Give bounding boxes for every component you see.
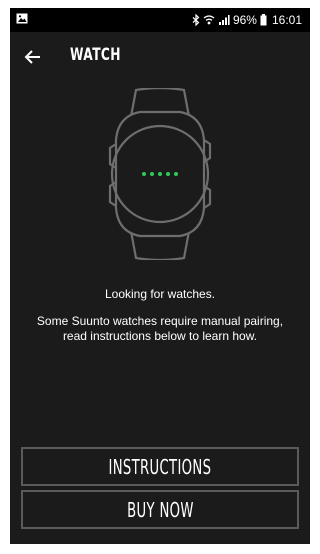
instructions-button-label: INSTRUCTIONS bbox=[108, 454, 212, 479]
pairing-info-text: Some Suunto watches require manual pairi… bbox=[36, 314, 284, 343]
watch-icon bbox=[108, 86, 212, 262]
arrow-left-icon bbox=[24, 50, 40, 64]
battery-percent: 96% bbox=[232, 13, 257, 27]
page-title: WATCH bbox=[70, 45, 121, 65]
buy-now-button-label: BUY NOW bbox=[126, 497, 194, 522]
clock-time: 16:01 bbox=[271, 13, 302, 27]
signal-icon bbox=[218, 14, 230, 26]
instructions-button[interactable]: INSTRUCTIONS bbox=[21, 447, 299, 486]
bluetooth-icon bbox=[192, 14, 200, 26]
app-screen: 96% 16:01 WATCH Looking for watches. Som… bbox=[10, 8, 310, 544]
back-button[interactable] bbox=[20, 44, 46, 70]
watch-illustration bbox=[96, 86, 224, 262]
status-bar: 96% 16:01 bbox=[10, 8, 310, 32]
search-status-text: Looking for watches. bbox=[104, 287, 216, 301]
buy-now-button[interactable]: BUY NOW bbox=[21, 490, 299, 529]
battery-icon bbox=[260, 14, 267, 26]
image-icon bbox=[16, 13, 28, 27]
app-bar: WATCH bbox=[10, 32, 310, 80]
wifi-icon bbox=[203, 14, 215, 26]
